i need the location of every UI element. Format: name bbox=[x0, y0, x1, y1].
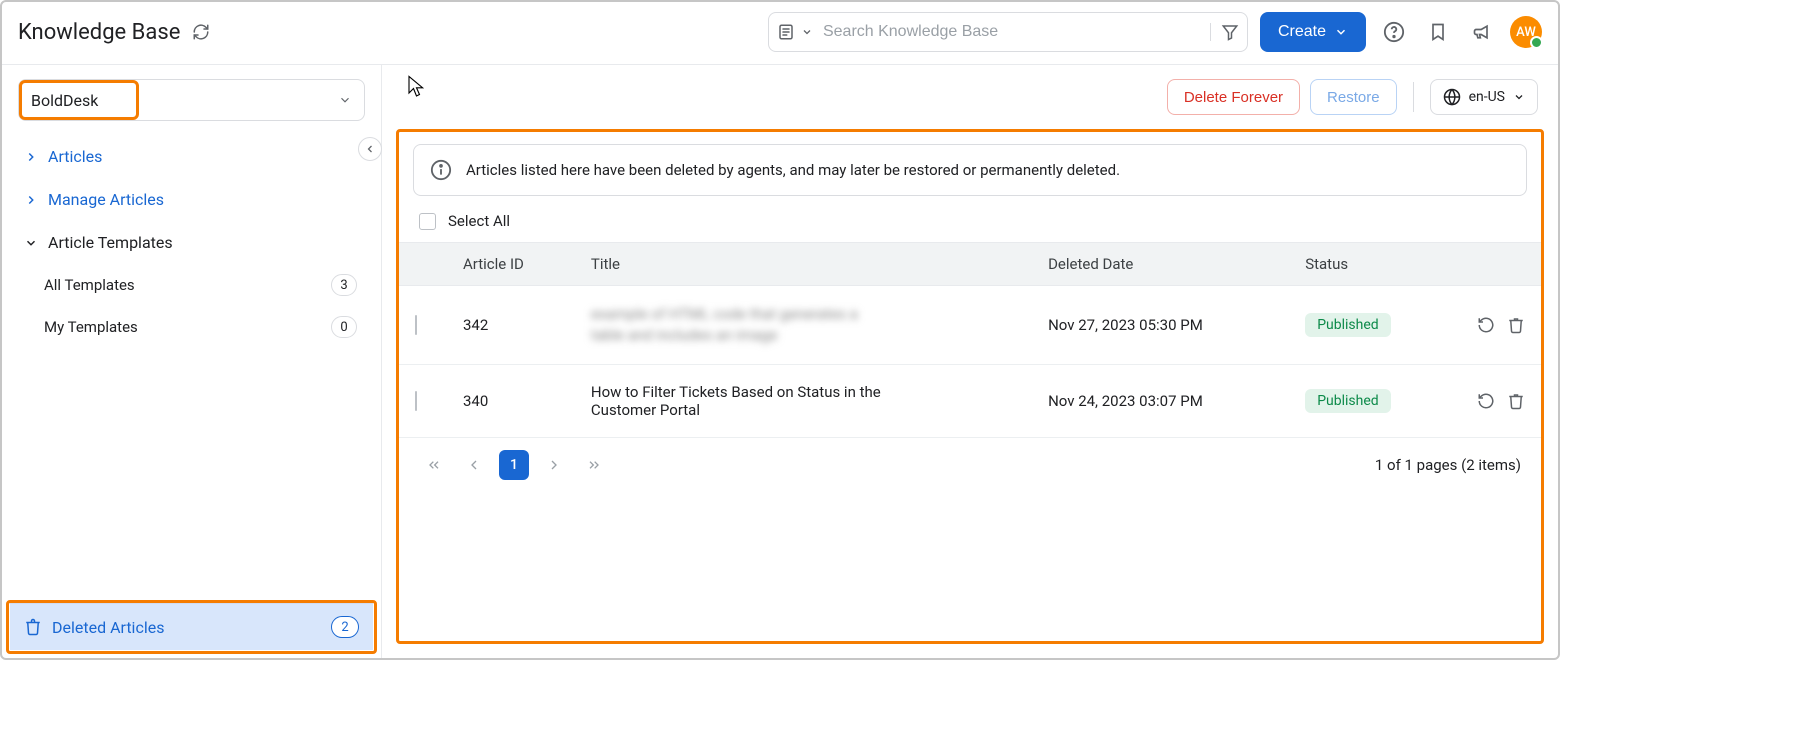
trash-icon bbox=[24, 618, 42, 636]
select-all-row: Select All bbox=[399, 196, 1541, 242]
announcement-icon[interactable] bbox=[1466, 16, 1498, 48]
cell-deleted-date: Nov 24, 2023 03:07 PM bbox=[1032, 365, 1289, 438]
filter-icon[interactable] bbox=[1210, 23, 1239, 41]
table-row[interactable]: 342 example of HTML code that generates … bbox=[399, 286, 1541, 365]
nav-all-templates[interactable]: All Templates 3 bbox=[2, 264, 381, 306]
select-all-label: Select All bbox=[448, 212, 510, 230]
pager-prev[interactable] bbox=[459, 450, 489, 480]
chevron-down-icon bbox=[24, 236, 38, 250]
globe-icon bbox=[1443, 88, 1461, 106]
status-badge: Published bbox=[1305, 389, 1390, 413]
col-article-id: Article ID bbox=[447, 243, 575, 286]
cell-article-id: 342 bbox=[447, 286, 575, 365]
page-title: Knowledge Base bbox=[18, 20, 212, 45]
avatar[interactable]: AW bbox=[1510, 16, 1542, 48]
search-bar[interactable] bbox=[768, 12, 1248, 52]
nav-articles[interactable]: Articles bbox=[2, 135, 381, 178]
nav-deleted-articles[interactable]: Deleted Articles 2 bbox=[10, 603, 373, 650]
search-type-dropdown[interactable] bbox=[777, 23, 821, 41]
delete-forever-button[interactable]: Delete Forever bbox=[1167, 79, 1300, 115]
count-badge: 3 bbox=[331, 274, 357, 296]
pager-next[interactable] bbox=[539, 450, 569, 480]
chevron-down-icon bbox=[338, 93, 352, 107]
main-content: Delete Forever Restore en-US Articles li… bbox=[382, 65, 1558, 658]
col-status: Status bbox=[1289, 243, 1451, 286]
action-bar: Delete Forever Restore en-US bbox=[382, 65, 1558, 129]
select-all-checkbox[interactable] bbox=[419, 213, 436, 230]
restore-icon[interactable] bbox=[1477, 392, 1495, 410]
cursor-icon bbox=[406, 75, 424, 99]
nav-my-templates[interactable]: My Templates 0 bbox=[2, 306, 381, 348]
app-header: Knowledge Base Create bbox=[2, 2, 1558, 65]
count-badge: 0 bbox=[331, 316, 357, 338]
chevron-down-icon bbox=[1513, 91, 1525, 103]
refresh-icon[interactable] bbox=[190, 21, 212, 43]
trash-icon[interactable] bbox=[1507, 316, 1525, 334]
create-button[interactable]: Create bbox=[1260, 12, 1366, 52]
cell-deleted-date: Nov 27, 2023 05:30 PM bbox=[1032, 286, 1289, 365]
help-icon[interactable] bbox=[1378, 16, 1410, 48]
cell-article-id: 340 bbox=[447, 365, 575, 438]
chevron-down-icon bbox=[801, 26, 813, 38]
app-title-text: Knowledge Base bbox=[18, 20, 180, 45]
pager-info: 1 of 1 pages (2 items) bbox=[1375, 456, 1521, 474]
chevron-right-icon bbox=[24, 150, 38, 164]
col-title: Title bbox=[575, 243, 1032, 286]
row-checkbox[interactable] bbox=[415, 315, 417, 335]
count-badge: 2 bbox=[331, 616, 359, 638]
row-checkbox[interactable] bbox=[415, 391, 417, 411]
cell-title: example of HTML code that generates a ta… bbox=[591, 304, 891, 346]
info-icon bbox=[430, 159, 452, 181]
pagination: 1 1 of 1 pages (2 items) bbox=[399, 438, 1541, 492]
pager-first[interactable] bbox=[419, 450, 449, 480]
document-icon bbox=[777, 23, 795, 41]
restore-icon[interactable] bbox=[1477, 316, 1495, 334]
articles-table: Article ID Title Deleted Date Status 342… bbox=[399, 242, 1541, 438]
bookmark-icon[interactable] bbox=[1422, 16, 1454, 48]
nav-article-templates[interactable]: Article Templates bbox=[2, 221, 381, 264]
chevron-down-icon bbox=[1334, 25, 1348, 39]
restore-button[interactable]: Restore bbox=[1310, 79, 1397, 115]
chevron-right-icon bbox=[24, 193, 38, 207]
col-deleted-date: Deleted Date bbox=[1032, 243, 1289, 286]
trash-icon[interactable] bbox=[1507, 392, 1525, 410]
nav-manage-articles[interactable]: Manage Articles bbox=[2, 178, 381, 221]
collapse-sidebar-button[interactable] bbox=[358, 137, 382, 161]
brand-select[interactable]: BoldDesk bbox=[18, 79, 365, 121]
pager-current[interactable]: 1 bbox=[499, 450, 529, 480]
language-select[interactable]: en-US bbox=[1430, 79, 1538, 115]
sidebar: BoldDesk Articles Manage Articles bbox=[2, 65, 382, 658]
pager-last[interactable] bbox=[579, 450, 609, 480]
info-banner: Articles listed here have been deleted b… bbox=[413, 144, 1527, 196]
cell-title: How to Filter Tickets Based on Status in… bbox=[591, 383, 891, 419]
content-frame: Articles listed here have been deleted b… bbox=[396, 129, 1544, 644]
brand-name: BoldDesk bbox=[31, 91, 98, 110]
search-input[interactable] bbox=[821, 22, 1210, 42]
status-badge: Published bbox=[1305, 313, 1390, 337]
table-row[interactable]: 340 How to Filter Tickets Based on Statu… bbox=[399, 365, 1541, 438]
